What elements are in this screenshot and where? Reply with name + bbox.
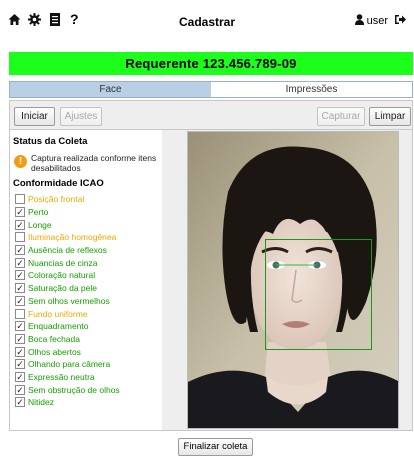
- panel-bottom-divider: [9, 430, 413, 431]
- status-title: Status da Coleta: [13, 136, 88, 147]
- ajustes-button[interactable]: Ajustes: [60, 107, 102, 126]
- tab-impressoes[interactable]: Impressões: [211, 82, 412, 97]
- face-detection-box: [265, 239, 372, 350]
- user-name: user: [366, 15, 388, 27]
- icao-checkbox[interactable]: ✓: [15, 346, 25, 357]
- face-photo: [187, 131, 399, 429]
- icao-item: ✓ Ausência de reflexos: [15, 244, 120, 257]
- icao-checkbox[interactable]: ✓: [15, 359, 25, 370]
- icao-checkbox[interactable]: ✓: [15, 397, 25, 408]
- user-menu[interactable]: user: [354, 14, 406, 28]
- limpar-button[interactable]: Limpar: [369, 107, 411, 126]
- icao-item-label: Sem obstrução de olhos: [28, 384, 120, 395]
- icao-item: ✓ Saturação da pele: [15, 282, 120, 295]
- icao-checkbox[interactable]: ✓: [15, 321, 25, 332]
- icao-checklist: Posição frontal ✓ Perto ✓ Longe Iluminação ho…: [15, 193, 120, 409]
- icao-item-label: Olhos abertos: [28, 346, 81, 357]
- icao-checkbox[interactable]: [15, 194, 25, 205]
- icao-item: ✓ Olhando para câmera: [15, 358, 120, 371]
- status-panel: Status da Coleta ! Captura realizada con…: [9, 130, 162, 430]
- icao-item-label: Boca fechada: [28, 333, 80, 344]
- icao-item: ✓ Sem obstrução de olhos: [15, 383, 120, 396]
- icao-item: ✓ Coloração natural: [15, 269, 120, 282]
- icao-checkbox[interactable]: [15, 232, 25, 243]
- icao-item: ✓ Longe: [15, 218, 120, 231]
- icao-item: ✓ Nitidez: [15, 396, 120, 409]
- icao-item-label: Enquadramento: [28, 321, 89, 332]
- logout-icon[interactable]: [394, 14, 406, 28]
- top-toolbar: ? Cadastrar user: [0, 0, 414, 45]
- status-message: Captura realizada conforme itens desabil…: [31, 153, 157, 173]
- icao-item-label: Saturação da pele: [28, 283, 97, 294]
- icao-checkbox[interactable]: ✓: [15, 295, 25, 306]
- capture-tabs: Face Impressões: [9, 81, 413, 98]
- warning-icon: !: [14, 155, 27, 168]
- icao-item-label: Ausência de reflexos: [28, 245, 107, 256]
- icao-item: ✓ Olhos abertos: [15, 345, 120, 358]
- icao-item: ✓ Expressão neutra: [15, 371, 120, 384]
- icao-checkbox[interactable]: ✓: [15, 219, 25, 230]
- icao-item-label: Expressão neutra: [28, 371, 95, 382]
- icao-item-label: Coloração natural: [28, 270, 96, 281]
- capturar-button[interactable]: Capturar: [317, 107, 365, 126]
- icao-item-label: Nitidez: [28, 397, 54, 408]
- icao-item-label: Perto: [28, 207, 49, 218]
- icao-title: Conformidade ICAO: [13, 178, 104, 189]
- icao-item-label: Posição frontal: [28, 194, 85, 205]
- icao-item: ✓ Nuancias de cinza: [15, 256, 120, 269]
- iniciar-button[interactable]: Iniciar: [14, 107, 55, 126]
- finalize-button[interactable]: Finalizar coleta: [178, 438, 253, 456]
- icao-checkbox[interactable]: ✓: [15, 257, 25, 268]
- icao-item: ✓ Perto: [15, 206, 120, 219]
- icao-item: ✓ Sem olhos vermelhos: [15, 295, 120, 308]
- icao-item-label: Olhando para câmera: [28, 359, 111, 370]
- applicant-banner: Requerente 123.456.789-09: [9, 52, 413, 75]
- icao-checkbox[interactable]: ✓: [15, 283, 25, 294]
- icao-item: Posição frontal: [15, 193, 120, 206]
- icao-checkbox[interactable]: ✓: [15, 245, 25, 256]
- icao-item: ✓ Boca fechada: [15, 333, 120, 346]
- icao-item-label: Sem olhos vermelhos: [28, 295, 110, 306]
- status-message-row: ! Captura realizada conforme itens desab…: [14, 153, 162, 173]
- photo-panel: [162, 130, 413, 430]
- icao-item: Fundo uniforme: [15, 307, 120, 320]
- icao-item: ✓ Enquadramento: [15, 320, 120, 333]
- icao-item-label: Iluminação homogênea: [28, 232, 117, 243]
- icao-item: Iluminação homogênea: [15, 231, 120, 244]
- icao-checkbox[interactable]: ✓: [15, 207, 25, 218]
- icao-item-label: Fundo uniforme: [28, 308, 88, 319]
- user-icon: [354, 14, 364, 28]
- icao-checkbox[interactable]: [15, 308, 25, 319]
- capture-toolbar: Iniciar Ajustes Capturar Limpar: [9, 100, 413, 130]
- icao-checkbox[interactable]: ✓: [15, 384, 25, 395]
- page-title: Cadastrar: [178, 15, 236, 29]
- icao-checkbox[interactable]: ✓: [15, 371, 25, 382]
- tab-face[interactable]: Face: [10, 82, 211, 97]
- icao-item-label: Longe: [28, 219, 52, 230]
- icao-item-label: Nuancias de cinza: [28, 257, 98, 268]
- icao-checkbox[interactable]: ✓: [15, 333, 25, 344]
- icao-checkbox[interactable]: ✓: [15, 270, 25, 281]
